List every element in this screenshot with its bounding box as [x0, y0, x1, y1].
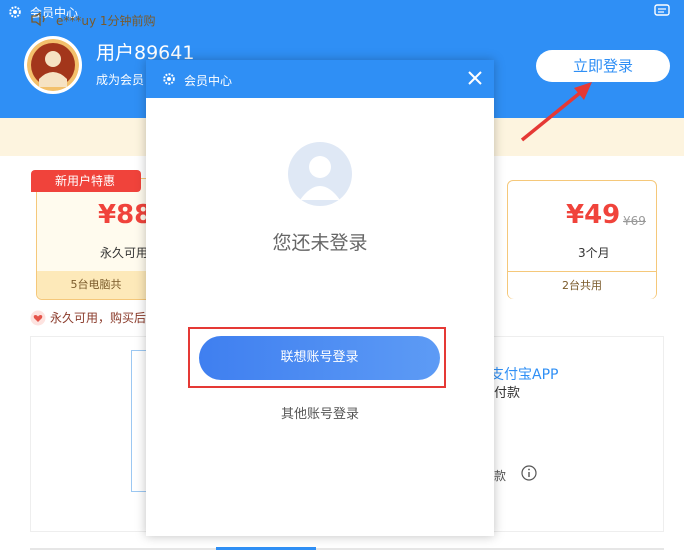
red-arrow-annotation [520, 82, 592, 142]
speaker-icon [31, 11, 45, 27]
alipay-footer: 款 [494, 469, 507, 483]
active-tab-indicator [216, 547, 316, 550]
plan-foot: 5台电脑共 [37, 271, 155, 299]
permanent-note: 永久可用，购买后 [50, 311, 147, 325]
plan-price: ¥88 [98, 200, 153, 230]
notice-text: e***uy 1分钟前购 [56, 14, 156, 28]
alipay-subtitle: 付款 [494, 386, 521, 401]
become-member-link[interactable]: 成为会员 [96, 71, 144, 88]
plan-desc: 永久可用 [100, 246, 149, 260]
plan-desc: 3个月 [578, 246, 610, 260]
default-avatar-icon [288, 142, 352, 206]
not-logged-in-text: 您还未登录 [272, 232, 368, 254]
alipay-title: 支付宝APP [490, 367, 559, 383]
gear-icon [9, 6, 21, 18]
plan-price: ¥49 [566, 200, 621, 230]
dialog-title: 会员中心 [184, 74, 233, 88]
info-icon[interactable] [521, 465, 537, 481]
plan-foot: 2台共用 [508, 271, 656, 299]
login-dialog: 会员中心 您还未登录 联想账号登录 其他账号登录 [146, 60, 494, 536]
other-account-login-link[interactable]: 其他账号登录 [146, 403, 494, 422]
divider [30, 548, 664, 550]
heart-icon [30, 310, 46, 326]
gear-icon [163, 73, 175, 85]
message-icon[interactable] [654, 4, 670, 18]
plan-old-price: ¥69 [623, 214, 646, 228]
close-icon[interactable] [466, 69, 484, 87]
new-user-badge: 新用户特惠 [31, 170, 141, 192]
user-avatar[interactable] [24, 36, 82, 94]
lenovo-account-login-button[interactable]: 联想账号登录 [199, 336, 440, 380]
